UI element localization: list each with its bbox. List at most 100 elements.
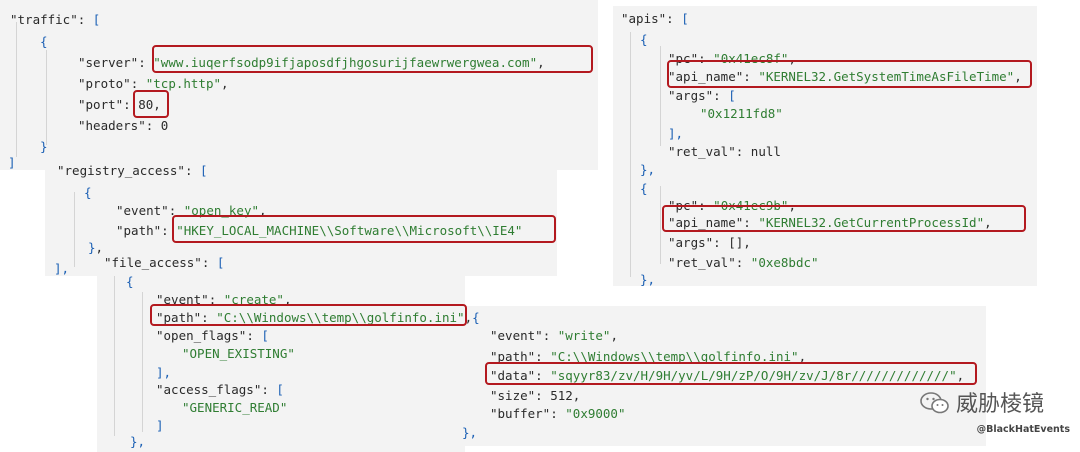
write-token: }, <box>462 425 478 440</box>
apis-token: null <box>750 144 781 159</box>
indent-guide <box>16 22 17 157</box>
apis-token: : <box>735 144 751 159</box>
indent-guide <box>114 276 115 436</box>
traffic-token: { <box>40 34 48 49</box>
write-token: : <box>535 388 551 403</box>
traffic-line: } <box>40 140 48 154</box>
traffic-token: : <box>130 76 146 91</box>
file-line: "GENERIC_READ" <box>182 401 287 415</box>
apis-token: : <box>713 235 729 250</box>
apis-token: { <box>640 32 648 47</box>
indent-guide <box>630 32 631 277</box>
apis-line: "args": [], <box>668 236 751 250</box>
traffic-token: "traffic" <box>10 12 78 27</box>
traffic-line: { <box>40 35 48 49</box>
write-data-highlight <box>485 362 977 385</box>
traffic-line: "proto": "tcp.http", <box>78 77 229 91</box>
apis-token: "ret_val" <box>668 255 736 270</box>
write-token: , <box>610 328 618 343</box>
apis-line: "ret_val": "0xe8bdc" <box>668 256 819 270</box>
apis-token: "apis" <box>621 11 667 26</box>
registry-token: ], <box>54 261 70 276</box>
apis-token: "ret_val" <box>668 144 736 159</box>
apis-token: ], <box>668 126 684 141</box>
file-token: { <box>126 274 134 289</box>
apis-token: , <box>743 235 751 250</box>
registry-token: [ <box>200 163 208 178</box>
write-token: 512 <box>550 388 573 403</box>
write-line: "buffer": "0x9000" <box>490 407 626 421</box>
indent-guide <box>660 46 661 146</box>
file-token: "open_flags" <box>156 328 247 343</box>
traffic-token: , <box>221 76 229 91</box>
registry-path-highlight <box>172 215 556 243</box>
api-name-1-highlight <box>667 60 1032 88</box>
file-token: [ <box>276 382 284 397</box>
write-token: , <box>572 388 581 403</box>
write-token: : <box>550 406 566 421</box>
file-token: "OPEN_EXISTING" <box>182 346 295 361</box>
apis-token: : <box>713 88 729 103</box>
traffic-line: "traffic": [ <box>10 13 100 27</box>
registry-line: "registry_access": [ <box>57 164 208 178</box>
registry-line: }, <box>88 241 103 255</box>
apis-token: }, <box>640 272 656 287</box>
file-line: ], <box>156 366 171 380</box>
traffic-token: ] <box>8 155 16 170</box>
registry-line: { <box>84 186 92 200</box>
write-token: : <box>542 328 558 343</box>
file-token: "GENERIC_READ" <box>182 400 288 415</box>
registry-token: "event" <box>116 203 169 218</box>
apis-token: }, <box>640 162 656 177</box>
apis-line: "apis": [ <box>621 12 689 26</box>
apis-token: : <box>666 11 682 26</box>
indent-guide <box>74 192 75 267</box>
file-token: "access_flags" <box>156 382 262 397</box>
apis-line: "0x1211fd8" <box>700 107 783 121</box>
apis-token: "args" <box>668 235 714 250</box>
write-line: "event": "write", <box>490 329 618 343</box>
write-token: "write" <box>557 328 611 343</box>
file-line: "access_flags": [ <box>156 383 284 397</box>
file-path-highlight <box>150 304 467 326</box>
traffic-token: [ <box>92 12 101 27</box>
apis-token: [ <box>728 88 736 103</box>
apis-token: "0xe8bdc" <box>750 255 819 270</box>
file-token: : <box>261 382 277 397</box>
apis-token: [ <box>681 11 689 26</box>
file-token: : <box>246 328 262 343</box>
apis-token: "0x1211fd8" <box>700 106 783 121</box>
apis-line: "args": [ <box>668 89 736 103</box>
server-highlight <box>152 45 593 73</box>
traffic-token: : <box>145 118 161 133</box>
apis-token: [] <box>728 235 744 250</box>
file-token: [ <box>216 255 225 270</box>
apis-line: ], <box>668 127 683 141</box>
traffic-token: "headers" <box>78 118 146 133</box>
indent-guide <box>142 292 143 432</box>
file-line: ] <box>156 419 164 433</box>
apis-token: : <box>735 255 751 270</box>
footer-handle: @BlackHatEvents <box>976 424 1070 435</box>
file-token: "file_access" <box>104 255 202 270</box>
file-line: "file_access": [ <box>104 256 224 270</box>
registry-token: : <box>184 163 200 178</box>
apis-line: { <box>640 182 648 196</box>
apis-token: { <box>640 181 648 196</box>
file-line: { <box>126 275 134 289</box>
file-token: [ <box>261 328 269 343</box>
apis-token: "args" <box>668 88 714 103</box>
traffic-token: "tcp.http" <box>145 76 222 91</box>
apis-line: "ret_val": null <box>668 145 781 159</box>
write-line: }, <box>462 426 477 440</box>
file-token: }, <box>130 434 146 449</box>
traffic-token: } <box>40 139 48 154</box>
wechat-icon <box>920 391 950 421</box>
file-token: ], <box>156 365 172 380</box>
registry-token: , <box>95 240 104 255</box>
registry-token: { <box>84 185 92 200</box>
file-token: ] <box>156 418 164 433</box>
write-token: "buffer" <box>490 406 551 421</box>
registry-token: } <box>88 240 96 255</box>
file-line: }, <box>130 435 145 449</box>
